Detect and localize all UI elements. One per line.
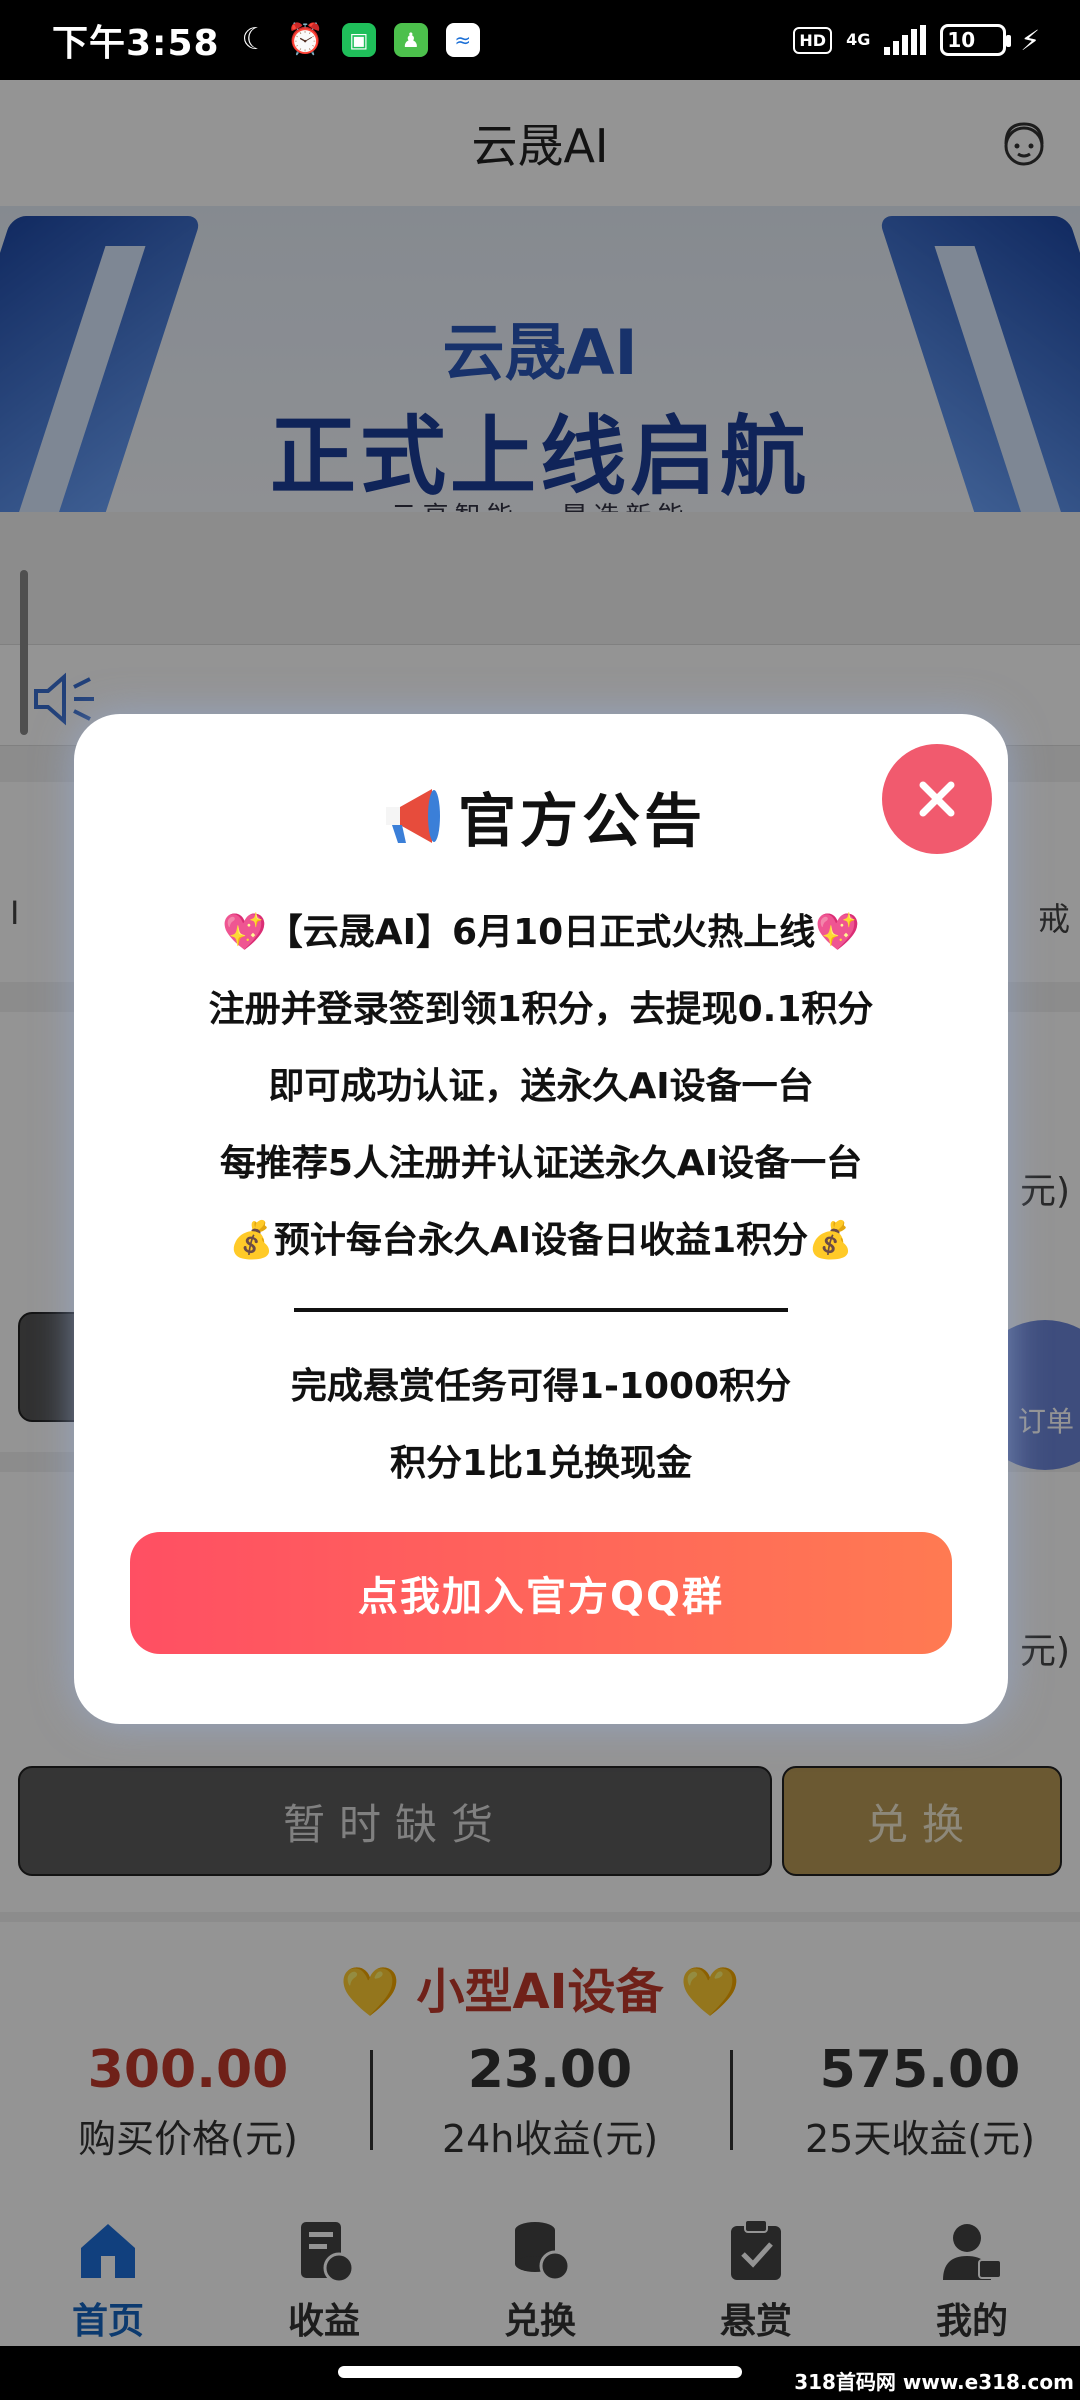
announcement-line: 注册并登录签到领1积分，去提现0.1积分 <box>208 989 874 1030</box>
status-time: 下午3:58 <box>52 23 220 64</box>
hd-icon: HD <box>793 26 833 54</box>
modal-title: 官方公告 <box>457 787 706 855</box>
announcement-line: 积分1比1兑换现金 <box>389 1443 693 1484</box>
announcement-modal: 官方公告 💖【云晟AI】6月10日正式火热上线💖 注册并登录签到领1积分，去提现… <box>74 714 1008 1724</box>
watermark: 318首码网 www.e318.com <box>794 2370 1074 2394</box>
announcement-line: 💰预计每台永久AI设备日收益1积分💰 <box>229 1220 853 1261</box>
announcement-line: 即可成功认证，送永久AI设备一台 <box>268 1066 814 1107</box>
battery-level: 10 <box>947 28 976 52</box>
home-indicator[interactable] <box>338 2366 742 2378</box>
join-qq-group-button[interactable]: 点我加入官方QQ群 <box>130 1532 952 1654</box>
megaphone-icon <box>385 789 440 843</box>
moon-icon: ☾ <box>241 22 269 57</box>
status-icons: ☾ ⏰ ▣ ♟ ≈ <box>242 23 480 57</box>
app-notification-icon: ▣ <box>341 23 376 57</box>
announcement-body-secondary: 完成悬赏任务可得1-1000积分 积分1比1兑换现金 <box>74 1348 1008 1502</box>
alarm-icon: ⏰ <box>286 22 324 57</box>
network-type: 4G <box>846 30 871 49</box>
status-right: HD 4G 10 ⚡ <box>793 24 1040 57</box>
signal-icon <box>884 25 927 55</box>
app-notification-icon: ≈ <box>445 23 480 57</box>
announcement-line: 每推荐5人注册并认证送永久AI设备一台 <box>219 1143 863 1184</box>
battery-icon: 10 <box>940 24 1012 56</box>
status-bar: 下午3:58 ☾ ⏰ ▣ ♟ ≈ HD 4G 10 ⚡ <box>0 0 1080 80</box>
charging-icon: ⚡ <box>1020 23 1040 57</box>
announcement-line: 💖【云晟AI】6月10日正式火热上线💖 <box>221 912 861 953</box>
modal-header: 官方公告 <box>74 774 1008 858</box>
announcement-body: 💖【云晟AI】6月10日正式火热上线💖 注册并登录签到领1积分，去提现0.1积分… <box>74 894 1008 1279</box>
announcement-line: 完成悬赏任务可得1-1000积分 <box>290 1366 792 1407</box>
divider <box>294 1308 788 1312</box>
app-notification-icon: ♟ <box>393 23 428 57</box>
